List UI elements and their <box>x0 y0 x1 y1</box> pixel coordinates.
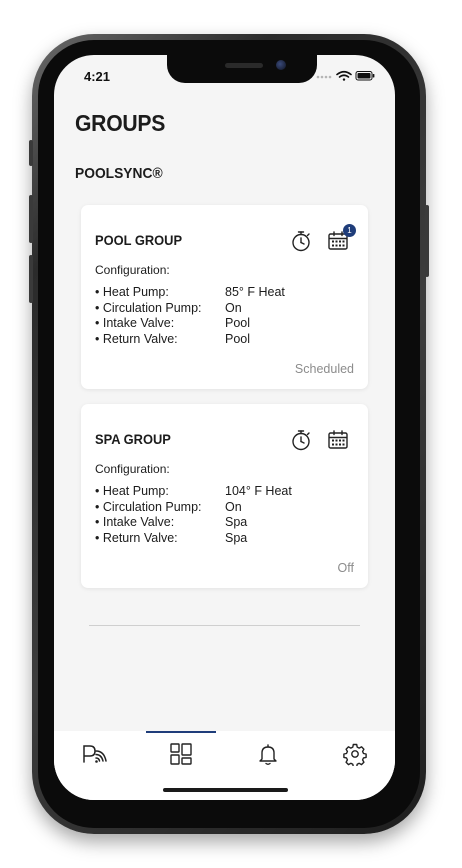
config-row: • Intake Valve: Pool <box>95 316 355 332</box>
timer-icon[interactable] <box>289 229 313 253</box>
config-key: • Intake Valve: <box>95 316 175 330</box>
divider <box>89 625 360 626</box>
config-value: On <box>225 300 242 315</box>
tab-groups[interactable] <box>146 731 216 781</box>
battery-icon <box>355 71 375 81</box>
config-row: • Intake Valve: Spa <box>95 515 355 531</box>
config-value: Pool <box>225 331 251 346</box>
tab-poolsync[interactable] <box>59 731 129 781</box>
group-card-spa[interactable]: SPA GROUP Configuration: • Heat Pump: 10… <box>81 404 368 588</box>
group-title: SPA GROUP <box>95 431 171 447</box>
mute-switch <box>29 140 33 166</box>
calendar-icon[interactable]: 1 <box>326 224 356 253</box>
tab-settings[interactable] <box>320 731 390 781</box>
section-title: POOLSYNC® <box>75 165 163 182</box>
config-value: Spa <box>225 515 248 529</box>
schedule-count-badge: 1 <box>343 224 356 237</box>
timer-icon[interactable] <box>289 428 313 452</box>
power-button <box>425 205 429 277</box>
config-row: • Return Valve: Pool <box>95 332 355 348</box>
config-value: Pool <box>225 316 251 330</box>
group-status: Scheduled <box>294 362 354 376</box>
config-key: • Intake Valve: <box>95 515 175 529</box>
config-row: • Return Valve: Spa <box>95 531 355 547</box>
notch <box>167 55 317 83</box>
config-key: • Circulation Pump: <box>95 300 202 315</box>
page-title: GROUPS <box>75 110 166 136</box>
config-list: • Heat Pump: 85° F Heat • Circulation Pu… <box>95 285 355 347</box>
bell-icon <box>259 744 277 765</box>
tab-notifications[interactable] <box>233 731 303 781</box>
group-status: Off <box>337 561 354 575</box>
speaker-grille <box>225 63 263 68</box>
config-label: Configuration: <box>95 263 170 277</box>
volume-down-button <box>29 255 33 303</box>
calendar-icon[interactable] <box>326 428 350 452</box>
config-key: • Return Valve: <box>95 331 178 346</box>
config-row: • Circulation Pump: On <box>95 301 355 317</box>
status-time: 4:21 <box>84 69 111 84</box>
poolsync-logo-icon <box>83 745 107 763</box>
app-screen: 4:21 GROUPS POOLSYNC® POOL GROUP 1 Confi… <box>54 55 395 800</box>
config-row: • Circulation Pump: On <box>95 500 355 516</box>
config-key: • Return Valve: <box>95 530 178 545</box>
config-row: • Heat Pump: 104° F Heat <box>95 484 355 500</box>
config-list: • Heat Pump: 104° F Heat • Circulation P… <box>95 484 355 546</box>
groups-grid-icon <box>170 743 192 765</box>
active-tab-indicator <box>146 731 216 733</box>
group-title: POOL GROUP <box>95 232 183 248</box>
home-indicator[interactable] <box>163 788 288 792</box>
status-icons <box>316 69 376 83</box>
config-value: 85° F Heat <box>225 285 285 299</box>
wifi-icon <box>336 70 352 81</box>
screenshot-stage: 4:21 GROUPS POOLSYNC® POOL GROUP 1 Confi… <box>0 0 462 868</box>
gear-icon <box>343 743 367 766</box>
config-row: • Heat Pump: 85° F Heat <box>95 285 355 301</box>
signal-dots-icon <box>316 75 332 79</box>
config-value: 104° F Heat <box>225 484 292 498</box>
volume-up-button <box>29 195 33 243</box>
config-key: • Circulation Pump: <box>95 499 202 514</box>
group-card-pool[interactable]: POOL GROUP 1 Configuration: • Heat Pump:… <box>81 205 368 389</box>
camera-icon <box>276 60 286 70</box>
config-label: Configuration: <box>95 462 170 476</box>
config-value: On <box>225 499 242 514</box>
config-key: • Heat Pump: <box>95 285 169 299</box>
config-key: • Heat Pump: <box>95 484 169 498</box>
config-value: Spa <box>225 530 248 545</box>
